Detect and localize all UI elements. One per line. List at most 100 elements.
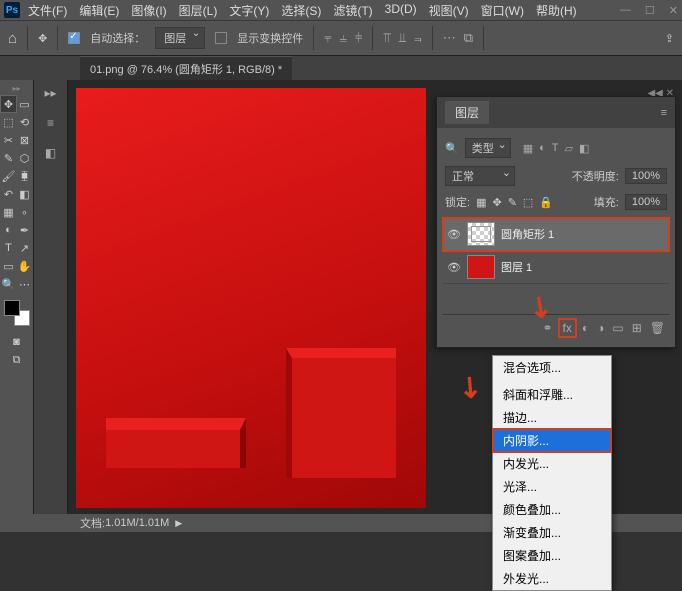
fx-menu-color-overlay[interactable]: 颜色叠加... [493, 498, 611, 521]
path-tool[interactable]: ↗ [17, 240, 32, 256]
menu-type[interactable]: 文字(Y) [229, 2, 269, 19]
layer-thumbnail[interactable] [467, 255, 495, 279]
layer-row[interactable]: 👁 圆角矩形 1 [443, 218, 669, 251]
adjustment-icon[interactable]: ◑ [597, 321, 604, 335]
crop-tool[interactable]: ✂ [1, 132, 16, 148]
lock-artboard-icon[interactable]: ⬚ [523, 196, 533, 209]
status-menu-icon[interactable]: ▶ [175, 518, 182, 529]
fx-menu-pattern-overlay[interactable]: 图案叠加... [493, 544, 611, 567]
eraser-tool[interactable]: ◧ [17, 186, 32, 202]
menu-view[interactable]: 视图(V) [429, 2, 469, 19]
document-tab[interactable]: 01.png @ 76.4% (圆角矩形 1, RGB/8) * [80, 56, 292, 81]
close-icon[interactable]: ✕ [669, 4, 678, 17]
menu-layer[interactable]: 图层(L) [179, 2, 218, 19]
menu-file[interactable]: 文件(F) [28, 2, 67, 19]
mask-icon[interactable]: ◐ [582, 321, 589, 335]
lock-pixels-icon[interactable]: ▦ [476, 196, 486, 209]
screenmode-tool[interactable]: ⧉ [9, 352, 24, 368]
new-layer-icon[interactable]: ⊞ [632, 321, 642, 335]
auto-select-target-dropdown[interactable]: 图层 [155, 27, 205, 49]
lock-position-icon[interactable]: ✥ [492, 196, 501, 209]
fx-menu-satin[interactable]: 光泽... [493, 475, 611, 498]
align-hcenter-icon[interactable]: ⫫ [399, 30, 406, 46]
panel-menu-icon[interactable]: ≡ [661, 107, 667, 119]
visibility-icon[interactable]: 👁 [447, 228, 461, 241]
fx-menu-inner-glow[interactable]: 内发光... [493, 452, 611, 475]
align-bottom-icon[interactable]: ⫩ [355, 30, 362, 46]
fx-menu-outer-glow[interactable]: 外发光... [493, 567, 611, 590]
history-panel-icon[interactable]: ≡ [42, 114, 60, 132]
menu-filter[interactable]: 滤镜(T) [333, 2, 372, 19]
dock-expand-icon[interactable]: ▸▸ [42, 84, 60, 102]
panel-grip-icon[interactable]: ▸▸ [4, 84, 30, 94]
filter-adjust-icon[interactable]: ◐ [539, 142, 546, 155]
filter-pixel-icon[interactable]: ▦ [523, 142, 533, 155]
history-brush-tool[interactable]: ↶ [1, 186, 16, 202]
visibility-icon[interactable]: 👁 [447, 261, 461, 274]
3d-mode-icon[interactable]: ⧉ [464, 30, 473, 46]
lock-paint-icon[interactable]: ✎ [508, 196, 517, 209]
brush-tool[interactable]: 🖌 [1, 168, 16, 184]
layers-tab[interactable]: 图层 [445, 101, 489, 124]
share-icon[interactable]: ⇪ [665, 32, 674, 45]
fx-menu-blend-options[interactable]: 混合选项... [493, 356, 611, 379]
fg-color[interactable] [4, 300, 20, 316]
menu-help[interactable]: 帮助(H) [536, 2, 577, 19]
align-top-icon[interactable]: ⫧ [324, 30, 331, 46]
menu-window[interactable]: 窗口(W) [481, 2, 524, 19]
move-tool[interactable]: ✥ [1, 96, 16, 112]
show-transform-checkbox[interactable] [215, 32, 227, 44]
layer-name[interactable]: 圆角矩形 1 [501, 226, 554, 242]
fx-menu-inner-shadow[interactable]: 内阴影... [493, 429, 611, 452]
layer-row[interactable]: 👁 图层 1 [443, 251, 669, 284]
menu-select[interactable]: 选择(S) [281, 2, 321, 19]
artboard-tool[interactable]: ▭ [17, 96, 32, 112]
gradient-tool[interactable]: ▦ [1, 204, 16, 220]
minimize-icon[interactable]: — [620, 4, 631, 17]
align-right-icon[interactable]: ⫬ [414, 30, 422, 46]
dodge-tool[interactable]: ◐ [1, 222, 16, 238]
filter-type-icon[interactable]: T [552, 142, 559, 155]
home-icon[interactable]: ⌂ [8, 30, 17, 47]
type-tool[interactable]: T [1, 240, 16, 256]
opacity-value[interactable]: 100% [625, 168, 667, 184]
fx-menu-gradient-overlay[interactable]: 渐变叠加... [493, 521, 611, 544]
zoom-tool[interactable]: 🔍 [1, 276, 16, 292]
blur-tool[interactable]: ∘ [17, 204, 32, 220]
fx-menu-bevel[interactable]: 斜面和浮雕... [493, 383, 611, 406]
rectangle-tool[interactable]: ▭ [1, 258, 16, 274]
layer-name[interactable]: 图层 1 [501, 259, 532, 275]
distribute-icon[interactable]: ⋯ [443, 30, 456, 46]
filter-shape-icon[interactable]: ▱ [565, 142, 573, 155]
group-icon[interactable]: ▭ [612, 321, 623, 335]
move-tool-icon[interactable]: ✥ [38, 32, 47, 45]
lock-all-icon[interactable]: 🔒 [539, 196, 553, 209]
frame-tool[interactable]: ⊠ [17, 132, 32, 148]
marquee-tool[interactable]: ⬚ [1, 114, 16, 130]
auto-select-checkbox[interactable] [68, 32, 80, 44]
patch-tool[interactable]: ⬡ [17, 150, 32, 166]
quickmask-tool[interactable]: ◙ [9, 334, 24, 350]
fx-button[interactable]: fx [561, 321, 574, 335]
properties-panel-icon[interactable]: ◧ [42, 144, 60, 162]
align-left-icon[interactable]: ⫪ [383, 30, 390, 46]
menu-image[interactable]: 图像(I) [131, 2, 166, 19]
eyedropper-tool[interactable]: ✎ [1, 150, 16, 166]
menu-3d[interactable]: 3D(D) [385, 2, 417, 19]
color-swatch[interactable] [4, 300, 30, 326]
align-vcenter-icon[interactable]: ⫨ [340, 30, 347, 46]
filter-type-dropdown[interactable]: 类型 [465, 138, 511, 158]
trash-icon[interactable]: 🗑 [650, 321, 665, 335]
layer-thumbnail[interactable] [467, 222, 495, 246]
search-icon[interactable]: 🔍 [445, 142, 459, 155]
stamp-tool[interactable]: ⧯ [17, 168, 32, 184]
fx-menu-stroke[interactable]: 描边... [493, 406, 611, 429]
hand-tool[interactable]: ✋ [17, 258, 32, 274]
filter-smart-icon[interactable]: ◧ [579, 142, 589, 155]
fill-value[interactable]: 100% [625, 194, 667, 210]
lasso-tool[interactable]: ⟲ [17, 114, 32, 130]
edit-toolbar[interactable]: ⋯ [17, 276, 32, 292]
menu-edit[interactable]: 编辑(E) [79, 2, 119, 19]
blend-mode-dropdown[interactable]: 正常 [445, 166, 515, 186]
link-layers-icon[interactable]: ⚭ [542, 321, 552, 335]
